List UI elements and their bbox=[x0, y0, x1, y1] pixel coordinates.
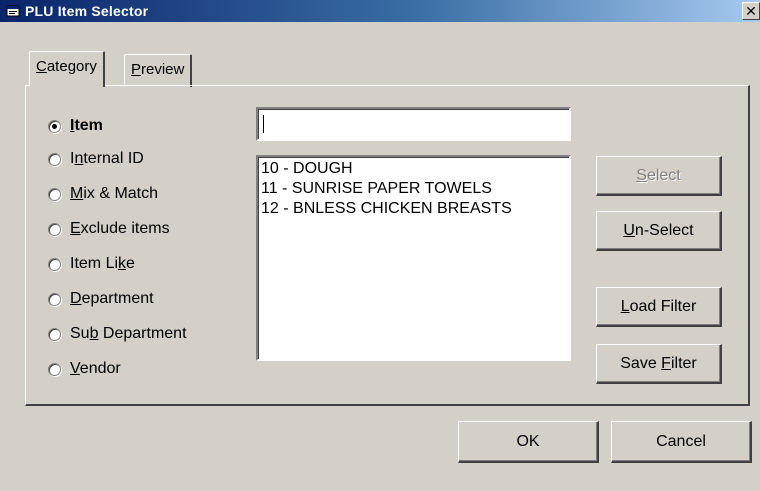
radio-sub-department[interactable]: Sub Department bbox=[48, 323, 187, 345]
radio-exclude-items[interactable]: Exclude items bbox=[48, 218, 170, 240]
radio-internal-id[interactable]: Internal ID bbox=[48, 148, 144, 170]
radio-label: Sub Department bbox=[70, 325, 187, 342]
radio-vendor[interactable]: Vendor bbox=[48, 358, 121, 380]
close-icon: ✕ bbox=[745, 3, 757, 19]
radio-item[interactable]: Item bbox=[48, 115, 103, 137]
radio-button[interactable] bbox=[48, 362, 61, 376]
list-item[interactable]: 10 - DOUGH bbox=[261, 159, 566, 179]
radio-label: Item Like bbox=[70, 255, 135, 272]
radio-button[interactable] bbox=[48, 327, 61, 341]
select-button[interactable]: Select bbox=[596, 156, 722, 196]
text-caret bbox=[263, 115, 264, 133]
radio-label: Mix & Match bbox=[70, 185, 159, 202]
radio-label: Item bbox=[70, 117, 103, 134]
radio-button[interactable] bbox=[48, 152, 61, 166]
radio-label: Exclude items bbox=[70, 220, 170, 237]
tab-category[interactable]: Category bbox=[29, 51, 105, 87]
radio-button[interactable] bbox=[48, 222, 61, 236]
window-title: PLU Item Selector bbox=[25, 3, 149, 19]
radio-button[interactable] bbox=[48, 292, 61, 306]
radio-label: Vendor bbox=[70, 360, 121, 377]
radio-department[interactable]: Department bbox=[48, 288, 154, 310]
search-input[interactable] bbox=[256, 107, 571, 141]
ok-button[interactable]: OK bbox=[458, 421, 599, 463]
radio-label: Internal ID bbox=[70, 150, 144, 167]
save-filter-button[interactable]: Save Filter bbox=[596, 344, 722, 384]
close-button[interactable]: ✕ bbox=[742, 2, 760, 20]
window-app-icon bbox=[6, 5, 20, 17]
radio-item-like[interactable]: Item Like bbox=[48, 253, 135, 275]
tab-preview[interactable]: Preview bbox=[124, 54, 193, 87]
item-listbox[interactable]: 10 - DOUGH 11 - SUNRISE PAPER TOWELS 12 … bbox=[256, 155, 571, 361]
radio-label: Department bbox=[70, 290, 154, 307]
radio-button[interactable] bbox=[48, 187, 61, 201]
load-filter-button[interactable]: Load Filter bbox=[596, 287, 722, 327]
radio-mix-match[interactable]: Mix & Match bbox=[48, 183, 158, 205]
cancel-button[interactable]: Cancel bbox=[611, 421, 752, 463]
plu-item-selector-dialog: PLU Item Selector ✕ Category Preview Ite… bbox=[0, 0, 760, 491]
list-item[interactable]: 12 - BNLESS CHICKEN BREASTS bbox=[261, 199, 566, 219]
radio-button[interactable] bbox=[48, 119, 61, 133]
radio-button[interactable] bbox=[48, 257, 61, 271]
title-bar[interactable]: PLU Item Selector ✕ bbox=[0, 0, 760, 22]
list-item[interactable]: 11 - SUNRISE PAPER TOWELS bbox=[261, 179, 566, 199]
unselect-button[interactable]: Un-Select bbox=[596, 211, 722, 251]
